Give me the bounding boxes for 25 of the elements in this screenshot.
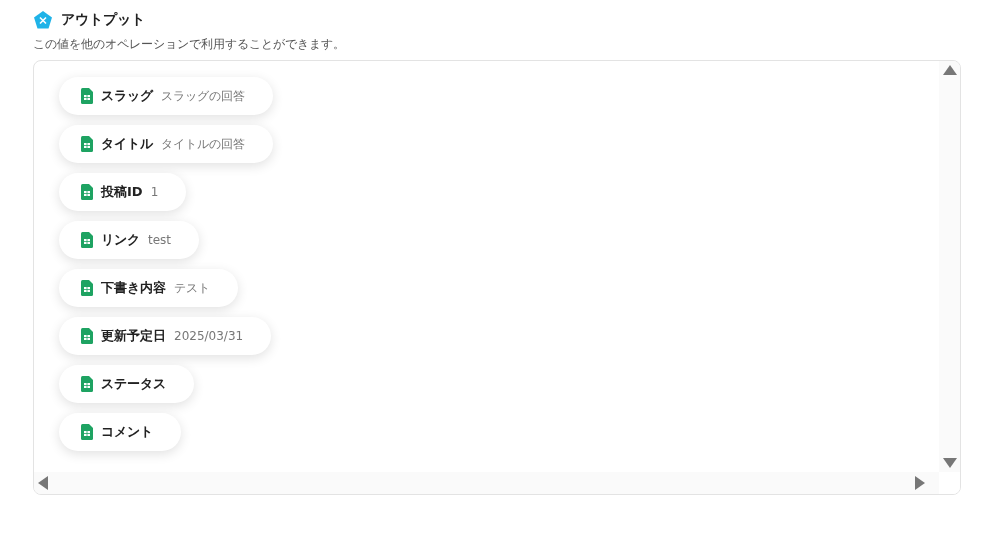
spreadsheet-icon [81, 424, 93, 440]
section-title: アウトプット [61, 10, 145, 29]
output-chip[interactable]: タイトル タイトルの回答 [59, 125, 273, 163]
scroll-right-icon[interactable] [915, 476, 925, 490]
spreadsheet-icon [81, 184, 93, 200]
output-chip[interactable]: コメント [59, 413, 181, 451]
output-chip[interactable]: 更新予定日 2025/03/31 [59, 317, 272, 355]
horizontal-scrollbar[interactable] [34, 472, 939, 494]
spreadsheet-icon [81, 376, 93, 392]
output-chip[interactable]: リンク test [59, 221, 200, 259]
logo-icon [33, 9, 53, 30]
spreadsheet-icon [81, 232, 93, 248]
spreadsheet-icon [81, 136, 93, 152]
spreadsheet-icon [81, 280, 93, 296]
scroll-down-icon[interactable] [942, 458, 957, 468]
output-chip[interactable]: 下書き内容 テスト [59, 269, 238, 307]
output-chip[interactable]: スラッグ スラッグの回答 [59, 77, 273, 115]
section-description: この値を他のオペレーションで利用することができます。 [33, 36, 346, 52]
spreadsheet-icon [81, 88, 93, 104]
vertical-scrollbar[interactable] [939, 61, 960, 472]
scroll-up-icon[interactable] [942, 65, 957, 75]
output-chip[interactable]: 投稿ID 1 [59, 173, 187, 211]
scroll-left-icon[interactable] [38, 476, 48, 490]
output-chip[interactable]: ステータス [59, 365, 194, 403]
spreadsheet-icon [81, 328, 93, 344]
